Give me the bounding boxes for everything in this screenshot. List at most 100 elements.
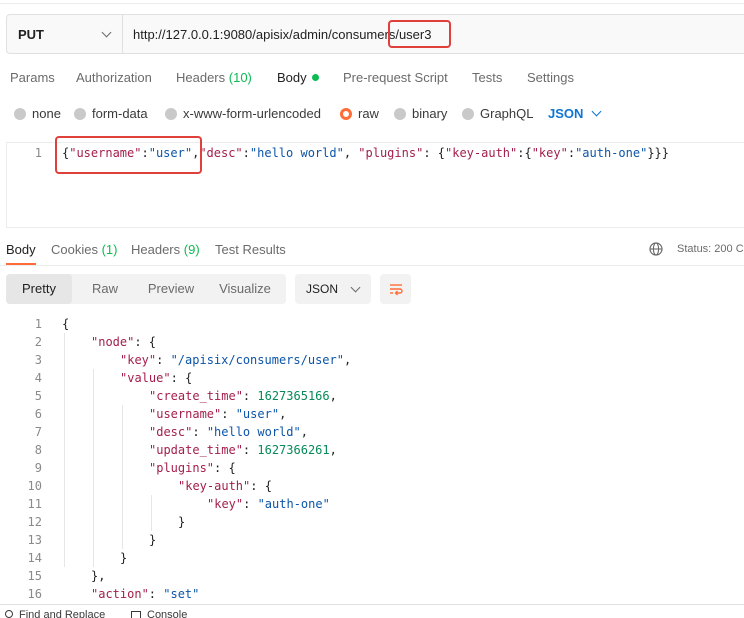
- code-line: 16 "action": "set": [20, 585, 200, 603]
- console-icon: [131, 611, 141, 618]
- line-number: 4: [34, 371, 42, 385]
- radio-circle-icon: [394, 107, 406, 120]
- radio-binary[interactable]: binary: [394, 106, 447, 121]
- response-body-viewer[interactable]: 1{2 "node": {3 "key": "/apisix/consumers/u…: [0, 315, 744, 604]
- line-number: 8: [34, 443, 42, 457]
- response-tab-cookies[interactable]: Cookies (1): [51, 242, 117, 257]
- chevron-down-icon: [350, 282, 361, 292]
- username-highlight: [55, 136, 202, 174]
- line-number: 2: [34, 335, 42, 349]
- view-pretty-button[interactable]: Pretty: [6, 274, 72, 304]
- code-line: 1{: [20, 315, 69, 333]
- find-replace-button[interactable]: Find and Replace: [19, 609, 105, 618]
- radio-urlencoded[interactable]: x-www-form-urlencoded: [165, 106, 321, 121]
- radio-circle-icon: [462, 107, 474, 120]
- tab-params[interactable]: Params: [10, 70, 55, 85]
- radio-graphql[interactable]: GraphQL: [462, 106, 533, 121]
- code-text: }: [178, 515, 186, 529]
- code-text: },: [91, 569, 106, 583]
- line-number: 7: [34, 425, 42, 439]
- url-suffix-highlight: [388, 20, 451, 48]
- method-select[interactable]: PUT: [7, 15, 123, 53]
- response-tab-headers[interactable]: Headers (9): [131, 242, 200, 257]
- radio-form-data[interactable]: form-data: [74, 106, 148, 121]
- view-visualize-button[interactable]: Visualize: [204, 274, 286, 304]
- code-text: {: [62, 317, 70, 331]
- line-number: 1: [34, 146, 42, 160]
- body-format-select[interactable]: JSON: [548, 106, 602, 121]
- view-preview-button[interactable]: Preview: [138, 274, 204, 304]
- headers-count: (10): [228, 70, 252, 85]
- code-text: "update_time": 1627366261,: [149, 443, 337, 457]
- line-number: 16: [27, 587, 42, 601]
- response-format-select[interactable]: JSON: [295, 274, 371, 304]
- code-line: 6 "username": "user",: [20, 405, 287, 423]
- bottom-status-bar: Find and Replace Console: [0, 604, 744, 618]
- response-headers-count: (9): [183, 242, 200, 257]
- response-tab-test-results[interactable]: Test Results: [215, 242, 286, 257]
- code-line: 14}: [20, 549, 128, 567]
- indent-guide: [151, 495, 152, 531]
- code-text: }: [120, 551, 128, 565]
- code-text: "username": "user",: [149, 407, 287, 421]
- line-number: 11: [27, 497, 42, 511]
- line-number: 12: [27, 515, 42, 529]
- view-mode-group: Pretty Raw Preview Visualize: [6, 274, 286, 304]
- radio-none[interactable]: none: [14, 106, 61, 121]
- line-number: 13: [27, 533, 42, 547]
- search-icon: [5, 610, 13, 618]
- method-label: PUT: [18, 26, 44, 42]
- indent-guide: [122, 405, 123, 549]
- indent-guide: [93, 369, 94, 567]
- line-number: 15: [27, 569, 42, 583]
- radio-circle-icon: [165, 107, 177, 120]
- wrap-lines-button[interactable]: [380, 274, 411, 304]
- tab-body[interactable]: Body: [277, 70, 319, 85]
- code-line: 15},: [20, 567, 106, 585]
- code-text: "action": "set": [91, 587, 200, 601]
- line-number: 3: [34, 353, 42, 367]
- line-number: 14: [27, 551, 42, 565]
- code-line: 5 "create_time": 1627365166,: [20, 387, 337, 405]
- line-number: 10: [27, 479, 42, 493]
- console-button[interactable]: Console: [147, 609, 187, 618]
- code-line: 3 "key": "/apisix/consumers/user",: [20, 351, 351, 369]
- code-line: 2 "node": {: [20, 333, 156, 351]
- radio-raw[interactable]: raw: [340, 106, 379, 121]
- code-line: 9 "plugins": {: [20, 459, 236, 477]
- code-text: "desc": "hello world",: [149, 425, 308, 439]
- code-line: 13}: [20, 531, 157, 549]
- top-divider: [0, 0, 744, 4]
- tab-headers[interactable]: Headers (10): [176, 70, 252, 85]
- cookies-count: (1): [101, 242, 118, 257]
- radio-circle-icon: [74, 107, 86, 120]
- url-input[interactable]: http://127.0.0.1:9080/apisix/admin/consu…: [123, 27, 431, 42]
- code-text: "plugins": {: [149, 461, 236, 475]
- globe-icon[interactable]: [649, 242, 663, 259]
- code-line: 8 "update_time": 1627366261,: [20, 441, 337, 459]
- code-text: }: [149, 533, 157, 547]
- indent-guide: [64, 333, 65, 567]
- code-line: 12}: [20, 513, 186, 531]
- line-number: 1: [34, 317, 42, 331]
- code-line: 11 "key": "auth-one": [20, 495, 330, 513]
- code-line: 10 "key-auth": {: [20, 477, 272, 495]
- tab-settings[interactable]: Settings: [527, 70, 574, 85]
- code-text: "value": {: [120, 371, 193, 385]
- chevron-down-icon: [591, 106, 602, 117]
- chevron-down-icon: [101, 27, 112, 37]
- code-line: 4 "value": {: [20, 369, 193, 387]
- response-divider: [0, 265, 744, 266]
- tab-authorization[interactable]: Authorization: [76, 70, 152, 85]
- radio-selected-icon: [340, 107, 352, 120]
- line-number: 5: [34, 389, 42, 403]
- radio-circle-icon: [14, 107, 26, 120]
- line-number: 6: [34, 407, 42, 421]
- url-prefix: http://127.0.0.1:9080/apisix/admin/consu…: [133, 26, 396, 42]
- view-raw-button[interactable]: Raw: [72, 274, 138, 304]
- code-text: "key": "/apisix/consumers/user",: [120, 353, 352, 367]
- response-tab-body[interactable]: Body: [6, 242, 36, 257]
- tab-pre-request-script[interactable]: Pre-request Script: [343, 70, 448, 85]
- tab-tests[interactable]: Tests: [472, 70, 502, 85]
- code-text: "node": {: [91, 335, 157, 349]
